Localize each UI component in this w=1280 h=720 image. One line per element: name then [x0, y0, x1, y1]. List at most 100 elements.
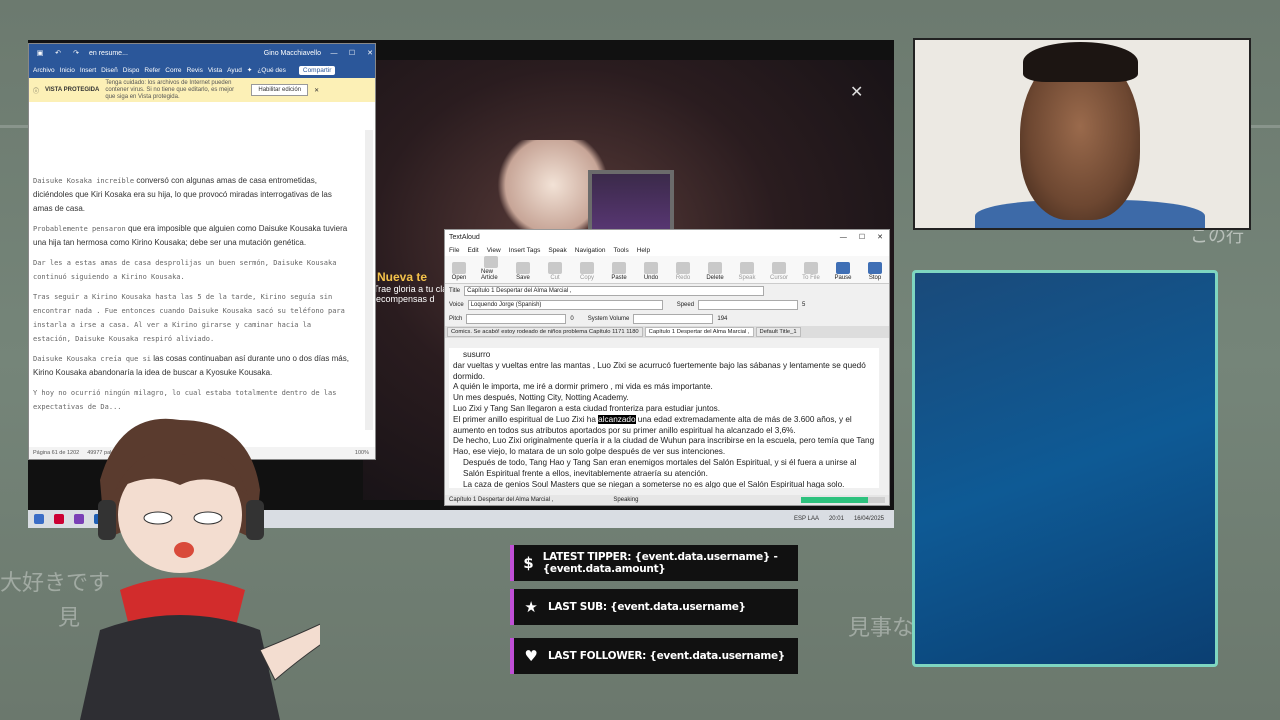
volume-value: 194 [717, 316, 728, 322]
toolbar-button[interactable]: Copy [577, 262, 597, 281]
word-ribbon-tabs: Archivo Inicio Insert Diseñ Dispo Refer … [29, 62, 375, 78]
close-icon[interactable]: ✕ [850, 82, 863, 102]
toolbar-button[interactable]: Open [449, 262, 469, 281]
menu-item[interactable]: Help [637, 247, 650, 254]
close-icon[interactable]: ✕ [871, 233, 889, 241]
volume-label: System Volume [587, 316, 630, 322]
title-field[interactable]: Capítulo 1 Despertar del Alma Marcial , [464, 286, 765, 296]
speech-progress-bar [801, 497, 885, 503]
maximize-icon[interactable]: ☐ [853, 233, 871, 241]
toolbar-button[interactable]: Redo [673, 262, 693, 281]
menu-item[interactable]: File [449, 247, 459, 254]
ribbon-tab[interactable]: Refer [144, 67, 160, 74]
line-text: dar vueltas y vueltas entre las mantas ,… [453, 360, 866, 381]
paragraph-lead: Dar les a estas amas de casa desprolijas… [33, 259, 337, 281]
title-row: Title Capítulo 1 Despertar del Alma Marc… [445, 284, 889, 298]
menu-item[interactable]: Tools [614, 247, 629, 254]
toolbar-button[interactable]: Undo [641, 262, 661, 281]
toolbar-button-label: Pause [834, 275, 852, 281]
ribbon-tab[interactable]: Diseñ [101, 67, 118, 74]
menu-item[interactable]: View [487, 247, 501, 254]
minimize-icon[interactable]: — [834, 234, 853, 241]
close-icon[interactable]: ✕ [365, 49, 375, 57]
document-paragraph: Probablemente pensaron que era imposible… [33, 222, 353, 250]
speech-progress-fill [801, 497, 869, 503]
alert-text: LAST FOLLOWER: {event.data.username} [548, 650, 785, 662]
save-icon[interactable]: ▣ [35, 49, 45, 57]
menu-item[interactable]: Insert Tags [509, 247, 541, 254]
article-line: Un mes después, Notting City, Notting Ac… [453, 393, 875, 404]
windows-start-icon[interactable] [34, 514, 44, 524]
redo-icon[interactable]: ↷ [71, 49, 81, 57]
toolbar-icon [740, 262, 754, 274]
toolbar-icon [676, 262, 690, 274]
toolbar-icon [548, 262, 562, 274]
article-text[interactable]: susurro dar vueltas y vueltas entre las m… [449, 348, 879, 488]
toolbar-icon [836, 262, 850, 274]
toolbar-button[interactable]: To File [801, 262, 821, 281]
ribbon-tab[interactable]: Ayud [227, 67, 242, 74]
enable-editing-button[interactable]: Habilitar edición [251, 84, 309, 96]
undo-icon[interactable]: ↶ [53, 49, 63, 57]
toolbar-button[interactable]: Paste [609, 262, 629, 281]
toolbar-button[interactable]: New Article [481, 256, 501, 281]
maximize-icon[interactable]: ☐ [347, 49, 357, 57]
toolbar-button-label: Speak [738, 275, 756, 281]
ribbon-tab[interactable]: Archivo [33, 67, 55, 74]
paragraph-lead: Tras seguir a Kirino Kousaka hasta las 5… [33, 293, 345, 343]
toolbar-icon [804, 262, 818, 274]
lightbulb-icon[interactable]: ✦ [247, 66, 252, 74]
zoom-level[interactable]: 100% [355, 450, 375, 456]
voice-select[interactable]: Loquendo Jorge (Spanish) [467, 300, 663, 310]
toolbar-icon [772, 262, 786, 274]
article-tab[interactable]: Comics. Se acabó! estoy rodeado de niños… [447, 327, 643, 337]
word-scrollbar[interactable] [365, 130, 373, 430]
toolbar-button[interactable]: Pause [833, 262, 853, 281]
volume-slider[interactable] [633, 314, 714, 324]
menu-item[interactable]: Speak [548, 247, 566, 254]
document-paragraph: Dar les a estas amas de casa desprolijas… [33, 256, 353, 284]
toolbar-button[interactable]: Cursor [769, 262, 789, 281]
language-indicator[interactable]: ESP LAA [794, 516, 819, 522]
close-icon[interactable]: ✕ [314, 87, 319, 94]
line-text: La caza de genios Soul Masters que se ni… [463, 479, 845, 488]
toolbar-button[interactable]: Cut [545, 262, 565, 281]
toolbar-icon [484, 256, 498, 268]
voice-label: Voice [449, 302, 464, 308]
bg-kana-right: 見事な [848, 616, 915, 641]
line-text: De hecho, Luo Zixi originalmente quería … [453, 436, 875, 457]
speed-value: 5 [802, 302, 806, 308]
toolbar-button[interactable]: Delete [705, 262, 725, 281]
document-body: Daisuke Kosaka increíble conversó con al… [33, 174, 353, 420]
ribbon-tab[interactable]: Dispo [123, 67, 140, 74]
ribbon-tab[interactable]: Corre [165, 67, 181, 74]
toolbar-button[interactable]: Speak [737, 262, 757, 281]
speed-label: Speed [676, 302, 695, 308]
menu-item[interactable]: Edit [467, 247, 478, 254]
ribbon-tab[interactable]: Vista [208, 67, 222, 74]
article-tab[interactable]: Capítulo 1 Despertar del Alma Marcial , [644, 327, 754, 337]
ribbon-tab[interactable]: Inicio [60, 67, 75, 74]
toolbar-button-label: Undo [643, 275, 659, 281]
speed-slider[interactable] [698, 300, 799, 310]
article-tab[interactable]: Default Title_1 [755, 327, 801, 337]
toolbar-button[interactable]: Stop [865, 262, 885, 281]
toolbar-button-label: To File [802, 275, 820, 281]
last-follower-alert: ♥ LAST FOLLOWER: {event.data.username} [510, 638, 798, 674]
menu-item[interactable]: Navigation [575, 247, 606, 254]
ribbon-tab[interactable]: Revis [187, 67, 203, 74]
clock-date[interactable]: 16/04/2025 [854, 516, 884, 522]
minimize-icon[interactable]: — [329, 50, 339, 57]
last-sub-alert: ★ LAST SUB: {event.data.username} [510, 589, 798, 625]
ribbon-tab[interactable]: Insert [80, 67, 96, 74]
share-button[interactable]: Compartir [298, 65, 336, 75]
textaloud-menubar: File Edit View Insert Tags Speak Navigat… [445, 244, 889, 256]
toolbar-button[interactable]: Save [513, 262, 533, 281]
pitch-slider[interactable] [466, 314, 567, 324]
toolbar-button-label: Redo [675, 275, 691, 281]
webcam-person-hair [1023, 42, 1138, 82]
bg-stripe [0, 125, 30, 128]
tell-me-input[interactable]: ¿Qué des [257, 67, 286, 74]
clock-time[interactable]: 20:01 [829, 516, 844, 522]
star-icon: ★ [524, 598, 538, 616]
